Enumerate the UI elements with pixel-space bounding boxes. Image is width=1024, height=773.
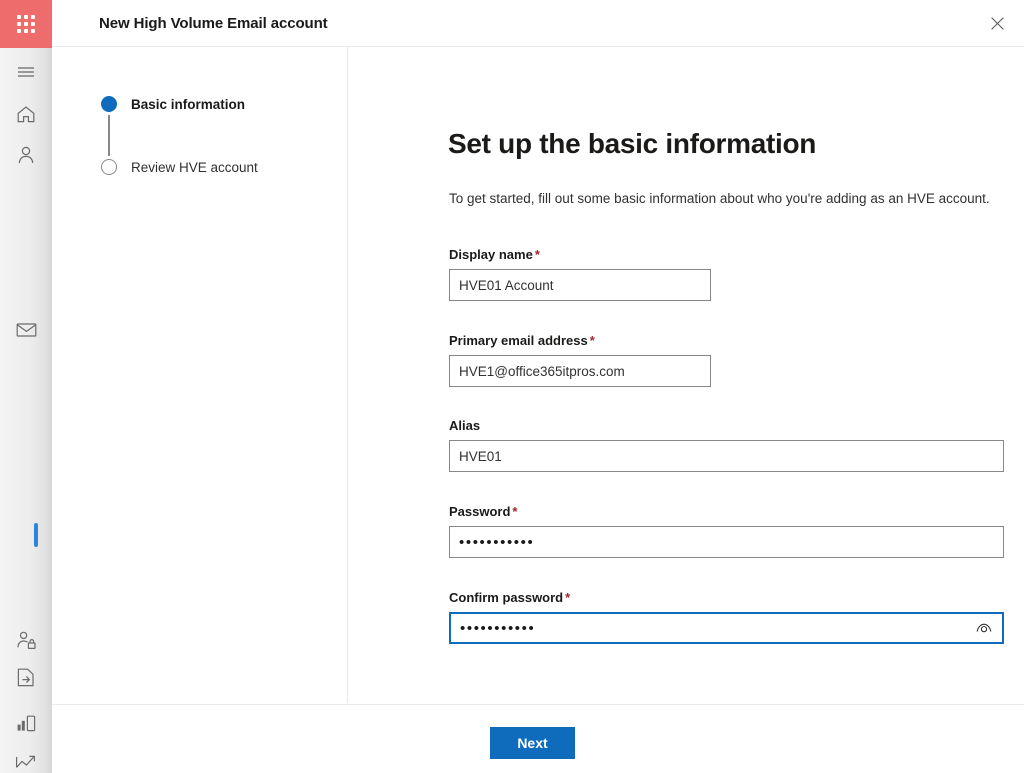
- wizard-step-review-hve-account[interactable]: Review HVE account: [101, 156, 331, 178]
- reveal-password-button[interactable]: [970, 615, 998, 641]
- content-subtitle: To get started, fill out some basic info…: [449, 189, 1024, 208]
- field-label-display-name: Display name*: [449, 247, 711, 262]
- label-text: Primary email address: [449, 333, 588, 348]
- trend-arrow-icon[interactable]: [0, 742, 52, 773]
- document-export-icon[interactable]: [0, 657, 52, 697]
- app-launcher-button[interactable]: [0, 0, 52, 48]
- step-bullet-outline-icon: [101, 159, 117, 175]
- step-connector-line: [108, 115, 110, 156]
- field-label-alias: Alias: [449, 418, 1004, 433]
- alias-input[interactable]: HVE01: [449, 440, 1004, 472]
- label-text: Alias: [449, 418, 480, 433]
- mail-icon[interactable]: [0, 310, 52, 350]
- reports-bar-chart-icon[interactable]: [0, 703, 52, 743]
- display-name-input[interactable]: HVE01 Account: [449, 269, 711, 301]
- field-display-name: Display name* HVE01 Account: [449, 247, 711, 301]
- content-heading: Set up the basic information: [448, 128, 816, 160]
- page-title: New High Volume Email account: [99, 15, 328, 32]
- label-text: Confirm password: [449, 590, 563, 605]
- required-asterisk: *: [535, 247, 540, 262]
- app-rail: [0, 0, 52, 773]
- step-bullet-filled-icon: [101, 96, 117, 112]
- field-label-confirm-password: Confirm password*: [449, 590, 1004, 605]
- eye-icon: [976, 621, 992, 635]
- primary-email-address-input[interactable]: HVE1@office365itpros.com: [449, 355, 711, 387]
- label-text: Display name: [449, 247, 533, 262]
- display-name-value: HVE01 Account: [450, 278, 554, 293]
- dialog-footer: Next: [52, 704, 1024, 773]
- required-asterisk: *: [590, 333, 595, 348]
- alias-value: HVE01: [450, 449, 502, 464]
- primary-email-address-value: HVE1@office365itpros.com: [450, 364, 625, 379]
- label-text: Password: [449, 504, 510, 519]
- field-alias: Alias HVE01: [449, 418, 1004, 472]
- close-icon: [990, 16, 1005, 31]
- confirm-password-value: •••••••••••: [451, 620, 535, 637]
- hamburger-menu-icon[interactable]: [0, 52, 52, 92]
- field-primary-email-address: Primary email address* HVE1@office365itp…: [449, 333, 711, 387]
- password-input[interactable]: •••••••••••: [449, 526, 1004, 558]
- required-asterisk: *: [512, 504, 517, 519]
- person-icon[interactable]: [0, 135, 52, 175]
- home-icon[interactable]: [0, 94, 52, 134]
- wizard-steps-panel: Basic information Review HVE account: [52, 47, 348, 703]
- wizard-step-basic-information[interactable]: Basic information: [101, 93, 331, 115]
- new-hve-account-dialog: New High Volume Email account Basic info…: [52, 0, 1024, 773]
- wizard-step-label: Basic information: [131, 97, 245, 112]
- field-confirm-password: Confirm password* •••••••••••: [449, 590, 1004, 644]
- app-launcher-icon: [17, 15, 35, 33]
- required-asterisk: *: [565, 590, 570, 605]
- wizard-steps: Basic information Review HVE account: [101, 93, 331, 178]
- close-button[interactable]: [978, 7, 1016, 40]
- next-button[interactable]: Next: [490, 727, 575, 759]
- confirm-password-input[interactable]: •••••••••••: [449, 612, 1004, 644]
- field-label-password: Password*: [449, 504, 1004, 519]
- field-password: Password* •••••••••••: [449, 504, 1004, 558]
- dialog-content: Set up the basic information To get star…: [349, 47, 1024, 703]
- password-value: •••••••••••: [450, 534, 534, 551]
- wizard-step-label: Review HVE account: [131, 160, 258, 175]
- person-lock-icon[interactable]: [0, 620, 52, 660]
- rail-selection-indicator: [34, 523, 38, 547]
- field-label-primary-email-address: Primary email address*: [449, 333, 711, 348]
- app-window: New High Volume Email account Basic info…: [0, 0, 1024, 773]
- dialog-titlebar: New High Volume Email account: [52, 0, 1024, 47]
